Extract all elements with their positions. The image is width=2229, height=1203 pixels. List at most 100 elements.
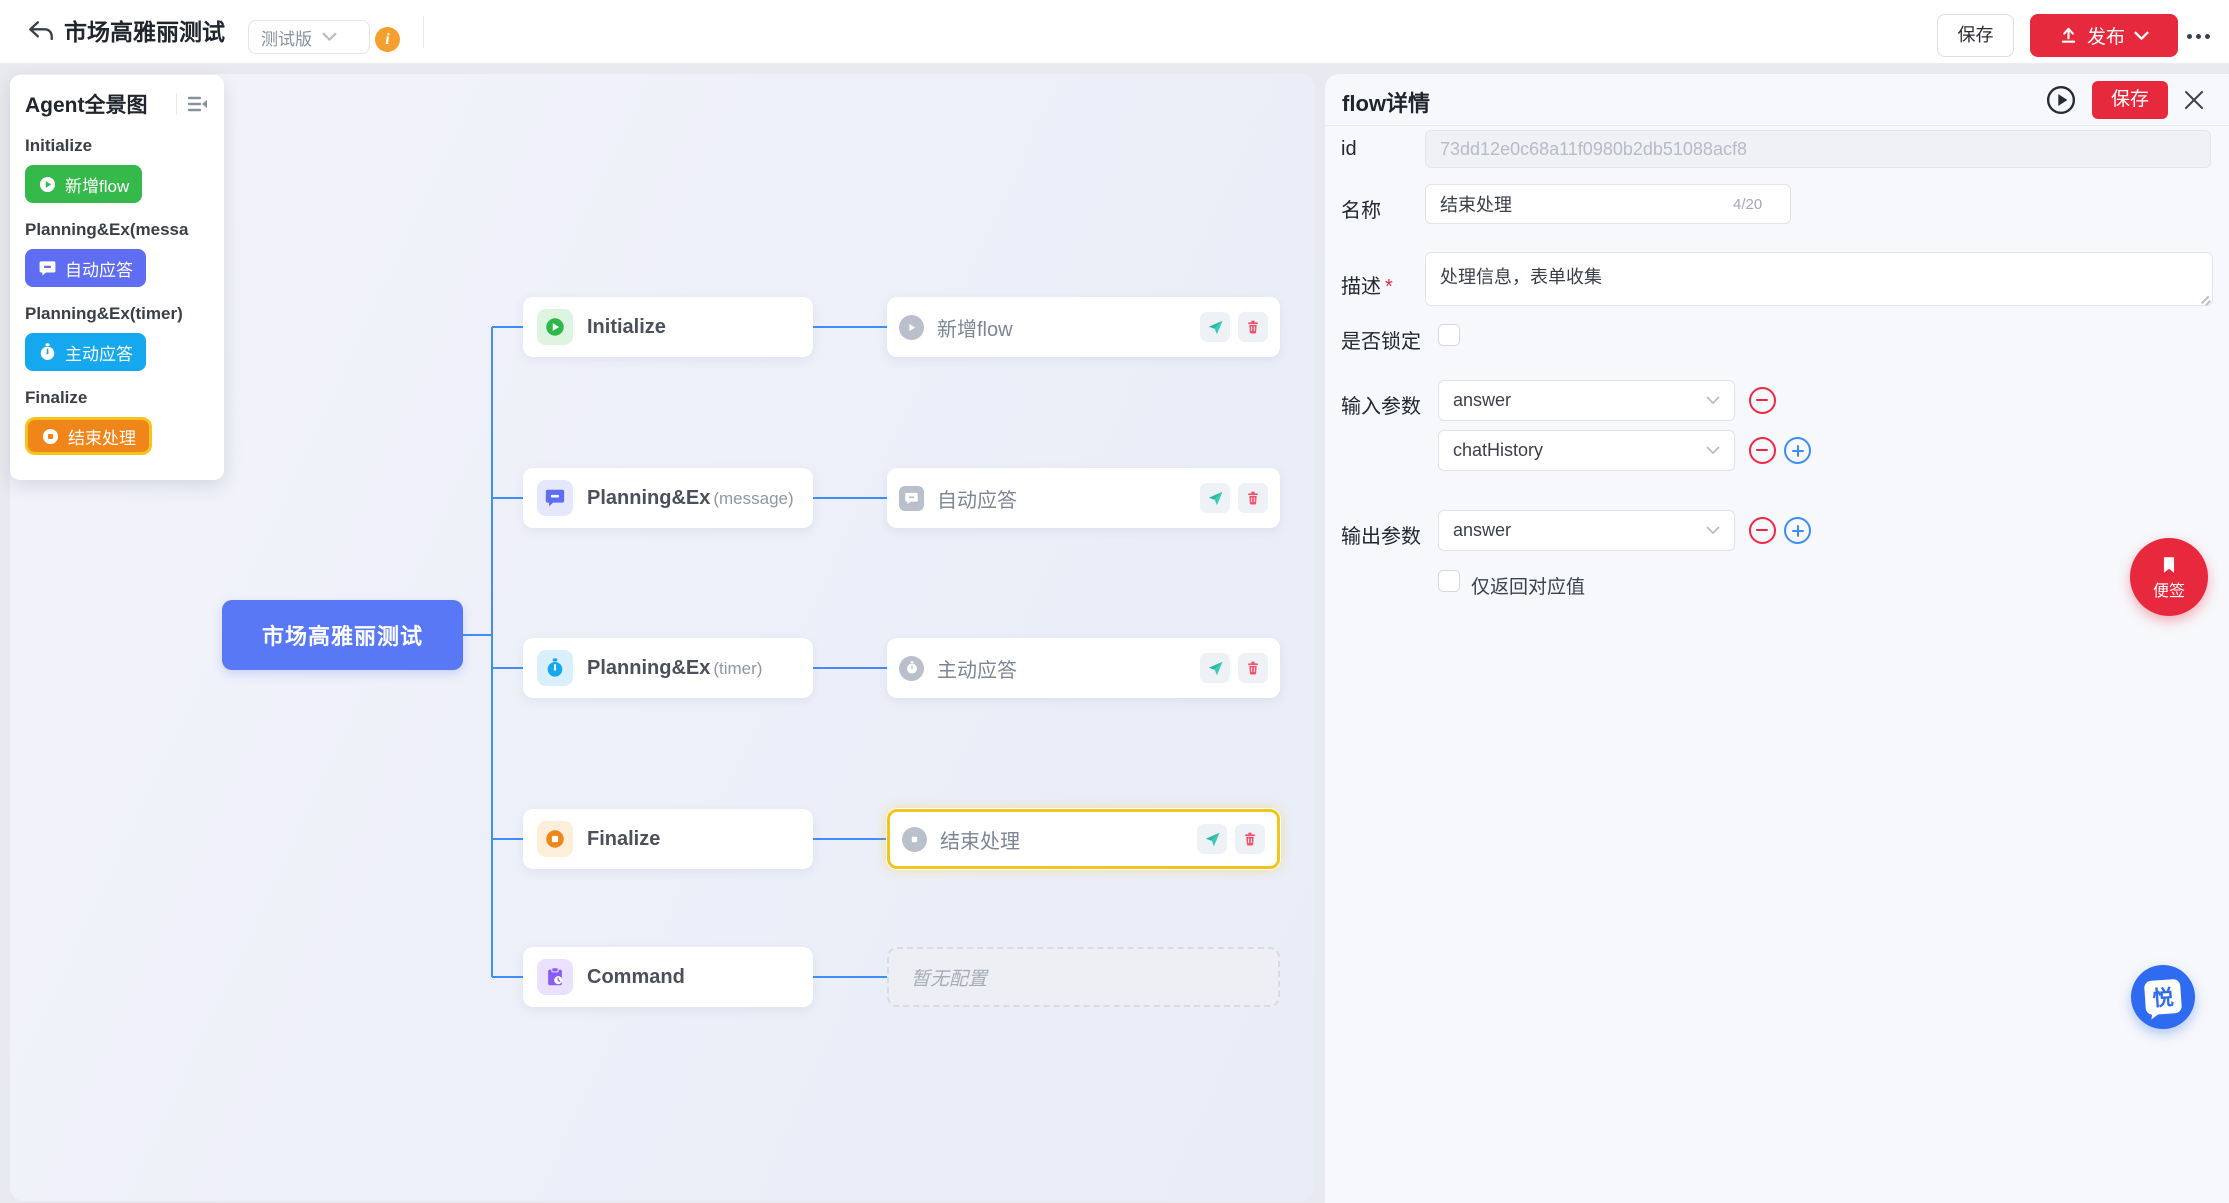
send-button[interactable] <box>1197 824 1227 854</box>
pill-label: 主动应答 <box>65 340 133 365</box>
add-output-param-button[interactable] <box>1784 517 1811 544</box>
send-icon <box>1207 660 1224 677</box>
send-icon <box>1204 831 1221 848</box>
sticky-note-button[interactable]: 便签 <box>2130 538 2208 616</box>
group-label-planning-timer: Planning&Ex(timer) <box>25 304 210 324</box>
timer-icon <box>899 656 924 681</box>
play-badge-icon <box>537 309 573 345</box>
pill-zhudongyingda[interactable]: 主动应答 <box>25 333 146 371</box>
desc-textarea[interactable]: 处理信息，表单收集 <box>1425 252 2213 306</box>
timer-icon <box>38 343 57 362</box>
send-icon <box>1207 319 1224 336</box>
bookmark-icon <box>2158 554 2180 576</box>
close-icon[interactable] <box>2182 88 2206 112</box>
chevron-down-icon <box>1706 396 1720 405</box>
chat-icon <box>38 259 57 278</box>
node-label: Command <box>587 966 688 989</box>
flow-item-zidongyingda[interactable]: 自动应答 <box>887 468 1280 528</box>
return-only-checkbox[interactable] <box>1438 570 1460 592</box>
send-button[interactable] <box>1200 483 1230 513</box>
trash-icon <box>1245 490 1261 506</box>
node-finalize[interactable]: Finalize <box>523 809 813 869</box>
agent-overview-panel: Agent全景图 Initialize 新增flow Planning&Ex(m… <box>10 75 224 480</box>
delete-button[interactable] <box>1238 312 1268 342</box>
delete-button[interactable] <box>1238 653 1268 683</box>
note-label: 便签 <box>2153 577 2185 601</box>
node-label: Planning&Ex(timer) <box>587 657 762 680</box>
input-param-select-1[interactable]: answer <box>1438 380 1735 421</box>
version-dropdown[interactable]: 测试版 <box>248 20 370 54</box>
trash-icon <box>1245 660 1261 676</box>
clipboard-badge-icon <box>537 959 573 995</box>
save-button[interactable]: 保存 <box>1937 14 2014 57</box>
trash-icon <box>1245 319 1261 335</box>
publish-label: 发布 <box>2087 22 2125 49</box>
node-initialize[interactable]: Initialize <box>523 297 813 357</box>
root-node[interactable]: 市场高雅丽测试 <box>222 600 463 670</box>
remove-input-param-button[interactable] <box>1749 387 1776 414</box>
publish-button[interactable]: 发布 <box>2030 14 2178 57</box>
node-label: Planning&Ex(message) <box>587 487 794 510</box>
top-bar: 市场高雅丽测试 测试版 i 保存 发布 <box>0 0 2229 64</box>
output-params-label: 输出参数 <box>1341 520 1421 549</box>
chevron-down-icon <box>1706 446 1720 455</box>
back-icon[interactable] <box>26 17 56 47</box>
flow-item-label: 自动应答 <box>937 484 1200 513</box>
desc-label: 描述* <box>1341 270 1393 299</box>
input-param-select-2[interactable]: chatHistory <box>1438 430 1735 471</box>
remove-input-param-button[interactable] <box>1749 437 1776 464</box>
flow-item-label: 结束处理 <box>940 825 1197 854</box>
name-char-counter: 4/20 <box>1733 196 1762 213</box>
chevron-down-icon <box>2134 31 2149 41</box>
pill-label: 结束处理 <box>68 424 136 449</box>
send-icon <box>1207 490 1224 507</box>
play-icon <box>38 175 57 194</box>
upload-icon <box>2059 26 2078 45</box>
more-menu-icon[interactable] <box>2187 30 2221 42</box>
pill-xinzengflow[interactable]: 新增flow <box>25 165 142 203</box>
add-input-param-button[interactable] <box>1784 437 1811 464</box>
flow-item-label: 新增flow <box>937 313 1200 342</box>
pill-jieshuchuli-selected[interactable]: 结束处理 <box>25 417 152 455</box>
chat-icon <box>899 486 924 511</box>
group-label-planning-message: Planning&Ex(messa <box>25 220 210 240</box>
selected-value: answer <box>1453 390 1706 411</box>
input-params-label: 输入参数 <box>1341 390 1421 419</box>
trash-icon <box>1242 831 1258 847</box>
send-button[interactable] <box>1200 312 1230 342</box>
group-label-initialize: Initialize <box>25 136 210 156</box>
selected-value: answer <box>1453 520 1706 541</box>
run-flow-icon[interactable] <box>2046 85 2076 115</box>
info-icon[interactable]: i <box>375 27 400 52</box>
divider <box>423 16 424 48</box>
flow-item-zhudongyingda[interactable]: 主动应答 <box>887 638 1280 698</box>
lock-label: 是否锁定 <box>1341 325 1421 354</box>
selected-value: chatHistory <box>1453 440 1706 461</box>
assistant-bubble-icon: 悦 <box>2144 979 2182 1015</box>
pill-zidongyingda[interactable]: 自动应答 <box>25 249 146 287</box>
delete-button[interactable] <box>1235 824 1265 854</box>
id-input[interactable] <box>1425 130 2211 168</box>
lock-checkbox[interactable] <box>1438 324 1460 346</box>
node-command[interactable]: Command <box>523 947 813 1007</box>
name-label: 名称 <box>1341 194 1381 223</box>
assistant-button[interactable]: 悦 <box>2131 965 2195 1029</box>
play-icon <box>899 315 924 340</box>
flow-item-jieshuchuli-selected[interactable]: 结束处理 <box>887 809 1280 869</box>
detail-save-button[interactable]: 保存 <box>2092 81 2168 119</box>
chevron-down-icon <box>322 32 337 42</box>
page-title: 市场高雅丽测试 <box>64 0 225 64</box>
flow-item-xinzengflow[interactable]: 新增flow <box>887 297 1280 357</box>
remove-output-param-button[interactable] <box>1749 517 1776 544</box>
send-button[interactable] <box>1200 653 1230 683</box>
overview-title: Agent全景图 <box>25 89 172 119</box>
output-param-select[interactable]: answer <box>1438 510 1735 551</box>
return-only-label: 仅返回对应值 <box>1471 572 1585 599</box>
delete-button[interactable] <box>1238 483 1268 513</box>
flow-item-label: 主动应答 <box>937 654 1200 683</box>
id-label: id <box>1341 138 1357 161</box>
node-planning-timer[interactable]: Planning&Ex(timer) <box>523 638 813 698</box>
chat-badge-icon <box>537 480 573 516</box>
collapse-panel-icon[interactable] <box>186 92 210 116</box>
node-planning-message[interactable]: Planning&Ex(message) <box>523 468 813 528</box>
